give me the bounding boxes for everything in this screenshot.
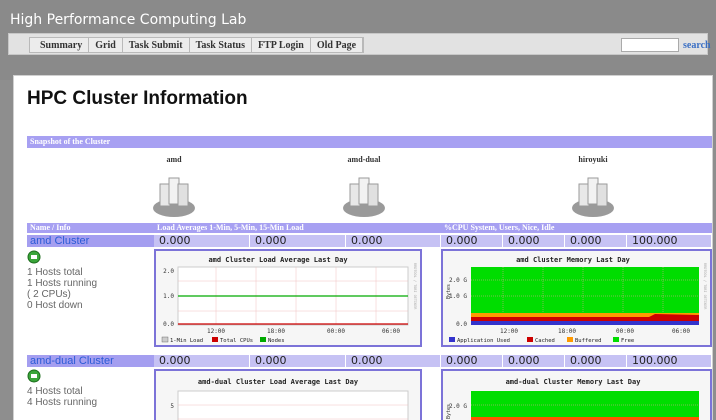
x-tick: 00:00 [327,328,345,335]
graph-title: amd-dual Cluster Load Average Last Day [198,378,359,386]
snapshot-cluster-amd-dual: amd-dual [314,155,414,218]
snapshot-cluster-label: amd-dual [347,155,381,164]
site-title: High Performance Computing Lab [10,12,247,28]
cpu-count: ( 2 CPUs) [27,289,71,300]
legend-swatch [212,337,218,342]
x-tick: 18:00 [558,328,576,335]
graph-title: amd Cluster Load Average Last Day [208,256,348,264]
snapshot-cluster-hiroyuki: hiroyuki [543,155,643,218]
server-cluster-icon[interactable] [570,172,616,218]
graph-side-label: RRDTOOL / TOBI OETIKER [703,263,707,310]
legend-label: Nodes [268,338,285,344]
col-header-cpu: %CPU System, Users, Nice, Idle [441,223,712,233]
legend-swatch [527,337,533,342]
snapshot-cluster-label: amd [166,155,182,164]
y-tick: 1.0 G [449,293,467,300]
y-tick: 2.0 G [449,277,467,284]
cpu-nice-value: 0.000 [565,355,627,367]
x-tick: 12:00 [207,328,225,335]
load-15min-value: 0.000 [346,235,441,247]
nav-ftp-login[interactable]: FTP Login [252,38,311,52]
y-tick: 2.0 [163,268,174,275]
cpu-system-value: 0.000 [441,355,503,367]
cpu-nice-value: 0.000 [565,235,627,247]
snapshot-header: Snapshot of the Cluster [27,136,712,148]
legend-swatch [613,337,619,342]
nav-menu: Summary Grid Task Submit Task Status FTP… [29,37,365,53]
server-cluster-icon[interactable] [341,172,387,218]
y-tick: 2.0 G [449,403,467,410]
cpu-users-value: 0.000 [503,235,565,247]
load-graph-amd[interactable]: amd Cluster Load Average Last Day 2.0 1.… [154,249,422,347]
hosts-running: 4 Hosts running [27,397,98,408]
legend-swatch [449,337,455,342]
nav-task-status[interactable]: Task Status [190,38,253,52]
x-tick: 12:00 [500,328,518,335]
load-1min-value: 0.000 [154,355,250,367]
col-header-load: Load Averages 1-Min, 5-Min, 15-Min Load [154,223,441,233]
nav-grid[interactable]: Grid [89,38,123,52]
load-graph-amd-dual[interactable]: amd-dual Cluster Load Average Last Day 5 [154,369,422,420]
cluster-link-amd-dual[interactable]: amd-dual Cluster [27,355,154,367]
memory-graph-amd-dual[interactable]: amd-dual Cluster Memory Last Day Bytes 2… [441,369,712,420]
cpu-idle-value: 100.000 [627,235,712,247]
x-tick: 00:00 [616,328,634,335]
snapshot-cluster-label: hiroyuki [578,155,608,164]
memory-graph-amd[interactable]: amd Cluster Memory Last Day Bytes 2.0 G … [441,249,712,347]
y-tick: 1.0 [163,293,174,300]
hosts-total: 1 Hosts total [27,267,83,278]
legend-swatch [567,337,573,342]
legend-label: Application Used [457,338,510,344]
legend-swatch [161,336,169,343]
cluster-info-amd-dual: 4 Hosts total 4 Hosts running [27,369,152,408]
search-link[interactable]: search [683,40,711,51]
load-5min-value: 0.000 [250,355,346,367]
y-tick: 0.0 [456,321,467,328]
server-cluster-icon[interactable] [151,172,197,218]
main-panel: HPC Cluster Information Snapshot of the … [13,75,713,420]
legend-label: Total CPUs [220,338,253,344]
x-tick: 06:00 [382,328,400,335]
page-title: HPC Cluster Information [27,88,248,109]
nav-old-page[interactable]: Old Page [311,38,364,52]
graph-title: amd Cluster Memory Last Day [516,256,631,264]
hosts-total: 4 Hosts total [27,386,83,397]
cpu-idle-value: 100.000 [627,355,712,367]
node-status-icon [27,369,41,383]
legend-label: Free [621,338,634,344]
snapshot-cluster-amd: amd [124,155,224,218]
legend-label: 1-Min Load [170,338,203,344]
y-tick: 5 [170,403,174,410]
legend-label: Cached [535,338,555,344]
nav-summary[interactable]: Summary [30,38,90,52]
hosts-running: 1 Hosts running [27,278,98,289]
col-header-name: Name / Info [27,223,154,233]
search-input[interactable] [621,38,679,52]
hosts-down: 0 Host down [27,300,83,311]
nav-task-submit[interactable]: Task Submit [123,38,190,52]
load-5min-value: 0.000 [250,235,346,247]
cluster-info-amd: 1 Hosts total 1 Hosts running ( 2 CPUs) … [27,250,152,311]
node-status-icon [27,250,41,264]
graph-title: amd-dual Cluster Memory Last Day [506,378,642,386]
x-tick: 06:00 [672,328,690,335]
legend-swatch [260,337,266,342]
x-tick: 18:00 [267,328,285,335]
cpu-users-value: 0.000 [503,355,565,367]
nav-bar: Summary Grid Task Submit Task Status FTP… [8,33,711,55]
legend-label: Buffered [575,338,602,344]
cpu-system-value: 0.000 [441,235,503,247]
load-15min-value: 0.000 [346,355,441,367]
site-header: High Performance Computing Lab Summary G… [0,0,716,80]
graph-side-label: RRDTOOL / TOBI OETIKER [413,263,417,310]
cluster-link-amd[interactable]: amd Cluster [27,235,154,247]
y-tick: 0.0 [163,321,174,328]
load-1min-value: 0.000 [154,235,250,247]
